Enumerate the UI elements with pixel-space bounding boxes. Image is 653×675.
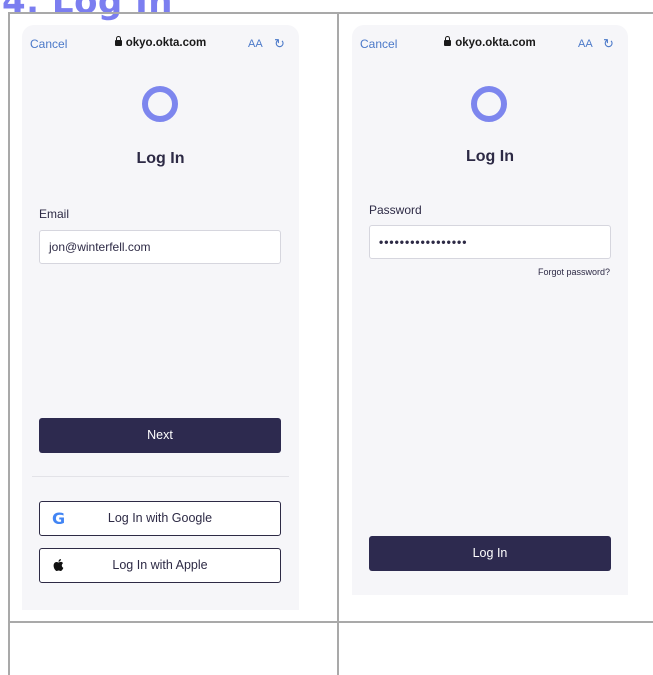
password-field[interactable]: ••••••••••••••••• — [369, 225, 611, 259]
browser-bar: Cancel okyo.okta.com AA ↻ — [22, 25, 299, 63]
login-button[interactable]: Log In — [369, 536, 611, 571]
reload-icon[interactable]: ↻ — [274, 36, 285, 52]
apple-login-button[interactable]: Log In with Apple — [39, 548, 281, 583]
google-login-button[interactable]: G Log In with Google — [39, 501, 281, 536]
grid-line-left — [8, 12, 10, 675]
password-label: Password — [369, 203, 422, 217]
page-title: Log In — [136, 150, 185, 167]
okta-logo-icon — [142, 86, 178, 122]
grid-line-row — [8, 621, 653, 623]
text-size-button[interactable]: AA — [248, 38, 263, 50]
next-button[interactable]: Next — [39, 418, 281, 453]
text-size-button[interactable]: AA — [578, 38, 593, 50]
grid-line-middle — [337, 12, 339, 675]
forgot-password-link[interactable]: Forgot password? — [352, 267, 610, 277]
email-login-screen: Cancel okyo.okta.com AA ↻ Log In Email j… — [22, 25, 299, 610]
email-label: Email — [39, 207, 70, 221]
page-title: Log In — [466, 148, 514, 165]
okta-logo-icon — [471, 86, 507, 122]
email-field[interactable]: jon@winterfell.com — [39, 230, 281, 264]
divider — [32, 476, 289, 477]
lock-icon — [114, 36, 122, 46]
grid-line-top — [8, 12, 653, 14]
url-text: okyo.okta.com — [125, 37, 207, 49]
reload-icon[interactable]: ↻ — [603, 36, 614, 52]
url-text: okyo.okta.com — [455, 37, 536, 49]
lock-icon — [444, 36, 452, 46]
browser-bar: Cancel okyo.okta.com AA ↻ — [352, 25, 628, 63]
google-login-label: Log In with Google — [107, 511, 213, 525]
page-heading: 4. Log In — [2, 0, 173, 22]
password-login-screen: Cancel okyo.okta.com AA ↻ Log In Passwor… — [352, 25, 628, 595]
apple-login-label: Log In with Apple — [112, 558, 208, 572]
